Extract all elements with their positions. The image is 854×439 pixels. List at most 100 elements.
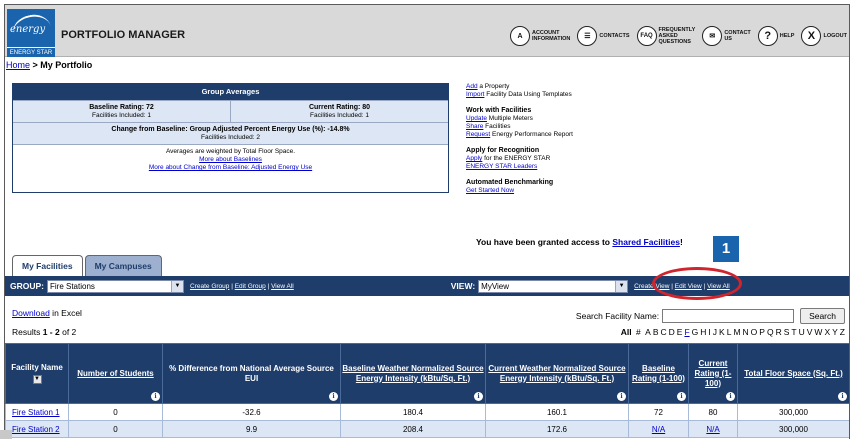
- alpha-letter-r[interactable]: R: [776, 327, 782, 337]
- alpha-letter-i[interactable]: I: [708, 327, 710, 337]
- shared-facilities-link[interactable]: Shared Facilities: [612, 237, 680, 247]
- col-label[interactable]: Number of Students: [77, 369, 153, 378]
- access-end: !: [679, 237, 683, 247]
- update-meters-link[interactable]: Update: [466, 115, 487, 122]
- table-cell: 72: [628, 403, 689, 421]
- col-current-rating[interactable]: Current Rating (1-100) i: [688, 343, 738, 404]
- view-all-groups-link[interactable]: View All: [271, 283, 294, 290]
- nav-label: CONTACT US: [724, 30, 751, 42]
- search-area: Search Facility Name: Search: [576, 308, 845, 324]
- nav-faq[interactable]: FAQ FREQUENTLY ASKED QUESTIONS: [636, 26, 696, 46]
- alpha-letter-j[interactable]: J: [713, 327, 717, 337]
- add-property-text: a Property: [477, 83, 510, 90]
- get-started-link[interactable]: Get Started Now: [466, 187, 514, 194]
- col-label: % Difference from National Average Sourc…: [169, 363, 334, 383]
- alpha-letter-q[interactable]: Q: [767, 327, 774, 337]
- search-input[interactable]: [662, 309, 795, 323]
- alpha-letter-z[interactable]: Z: [840, 327, 845, 337]
- import-link[interactable]: Import: [466, 91, 484, 98]
- alpha-letter-l[interactable]: L: [727, 327, 732, 337]
- alpha-letter-e[interactable]: E: [677, 327, 683, 337]
- energy-star-logo[interactable]: energy ENERGY STAR: [7, 9, 55, 57]
- col-label[interactable]: Current Weather Normalized Source Energy…: [488, 364, 625, 383]
- table-header-row: Facility Name ▼ Number of Students i % Di…: [5, 343, 849, 404]
- info-icon[interactable]: i: [474, 392, 483, 401]
- alpha-letter-f[interactable]: F: [684, 327, 689, 337]
- alpha-letter-v[interactable]: V: [807, 327, 813, 337]
- na-rating-link[interactable]: N/A: [706, 425, 719, 434]
- alpha-letter-u[interactable]: U: [799, 327, 805, 337]
- col-current-intensity[interactable]: Current Weather Normalized Source Energy…: [485, 343, 629, 404]
- results-prefix: Results: [12, 327, 43, 337]
- apply-energy-star-link[interactable]: Apply: [466, 155, 482, 162]
- table-cell: 300,000: [737, 420, 849, 438]
- logo-band: ENERGY STAR: [7, 47, 55, 57]
- col-label[interactable]: Current Rating (1-100): [695, 359, 732, 388]
- alpha-letter-g[interactable]: G: [692, 327, 699, 337]
- info-icon[interactable]: i: [838, 392, 847, 401]
- alpha-letter-d[interactable]: D: [669, 327, 675, 337]
- nav-contacts[interactable]: ☰ CONTACTS: [577, 26, 630, 46]
- col-label[interactable]: Baseline Rating (1-100): [632, 364, 685, 383]
- nav-label: FREQUENTLY ASKED QUESTIONS: [658, 27, 696, 45]
- averages-note: Averages are weighted by Total Floor Spa…: [13, 144, 448, 181]
- alpha-letter-a[interactable]: A: [645, 327, 651, 337]
- sort-icon[interactable]: ▼: [32, 375, 42, 384]
- col-facility-name[interactable]: Facility Name ▼: [5, 343, 69, 404]
- col-baseline-intensity[interactable]: Baseline Weather Normalized Source Energ…: [340, 343, 486, 404]
- nav-logout[interactable]: X LOGOUT: [801, 26, 847, 46]
- group-select[interactable]: Fire Stations ▼: [47, 279, 184, 293]
- alpha-letter-p[interactable]: P: [759, 327, 765, 337]
- edit-group-link[interactable]: Edit Group: [235, 283, 266, 290]
- col-baseline-rating[interactable]: Baseline Rating (1-100) i: [628, 343, 689, 404]
- tab-my-facilities[interactable]: My Facilities: [12, 255, 83, 276]
- view-label: VIEW:: [450, 281, 476, 291]
- alpha-letter-o[interactable]: O: [751, 327, 758, 337]
- info-icon[interactable]: i: [617, 392, 626, 401]
- callout-badge: 1: [713, 236, 739, 262]
- share-facilities-link[interactable]: Share: [466, 123, 483, 130]
- alpha-letter-x[interactable]: X: [824, 327, 830, 337]
- more-about-change-link[interactable]: More about Change from Baseline: Adjuste…: [149, 164, 312, 171]
- highlight-ring: [652, 267, 742, 300]
- nav-help[interactable]: ? HELP: [757, 26, 794, 46]
- create-group-link[interactable]: Create Group: [190, 283, 229, 290]
- info-icon[interactable]: i: [329, 392, 338, 401]
- share-text: Facilities: [483, 123, 511, 130]
- col-number-of-students[interactable]: Number of Students i: [68, 343, 163, 404]
- alpha-letter-y[interactable]: Y: [832, 327, 838, 337]
- alpha-letter-n[interactable]: N: [743, 327, 749, 337]
- alpha-letter-b[interactable]: B: [653, 327, 659, 337]
- col-label[interactable]: Total Floor Space (Sq. Ft.): [744, 369, 843, 378]
- alpha-all[interactable]: All: [621, 327, 632, 337]
- energy-star-leaders-link[interactable]: ENERGY STAR Leaders: [466, 163, 537, 170]
- nav-label: CONTACTS: [599, 33, 630, 39]
- breadcrumb-home-link[interactable]: Home: [6, 60, 30, 70]
- alpha-letter-s[interactable]: S: [784, 327, 790, 337]
- info-icon[interactable]: i: [726, 392, 735, 401]
- add-property-link[interactable]: Add: [466, 83, 478, 90]
- na-rating-link[interactable]: N/A: [652, 425, 665, 434]
- col-total-floor-space[interactable]: Total Floor Space (Sq. Ft.) i: [737, 343, 849, 404]
- alpha-letter-c[interactable]: C: [660, 327, 666, 337]
- info-icon[interactable]: i: [151, 392, 160, 401]
- tab-my-campuses[interactable]: My Campuses: [84, 255, 162, 276]
- search-button[interactable]: Search: [800, 308, 845, 324]
- alpha-letter-t[interactable]: T: [791, 327, 796, 337]
- more-about-baselines-link[interactable]: More about Baselines: [199, 156, 262, 163]
- alpha-hash[interactable]: #: [636, 327, 641, 337]
- facility-link[interactable]: Fire Station 1: [12, 408, 60, 417]
- info-icon[interactable]: i: [677, 392, 686, 401]
- request-report-link[interactable]: Request: [466, 131, 490, 138]
- facility-name-cell: Fire Station 2: [5, 420, 69, 438]
- download-link[interactable]: Download: [12, 308, 50, 318]
- alpha-letter-m[interactable]: M: [733, 327, 740, 337]
- alpha-letter-h[interactable]: H: [700, 327, 706, 337]
- col-label[interactable]: Baseline Weather Normalized Source Energ…: [342, 364, 483, 383]
- facility-link[interactable]: Fire Station 2: [12, 425, 60, 434]
- nav-contact-us[interactable]: ✉ CONTACT US: [702, 26, 751, 46]
- nav-account-information[interactable]: A ACCOUNT INFORMATION: [509, 26, 570, 46]
- view-select[interactable]: MyView ▼: [478, 279, 629, 293]
- alpha-letter-k[interactable]: K: [719, 327, 725, 337]
- alpha-letter-w[interactable]: W: [814, 327, 822, 337]
